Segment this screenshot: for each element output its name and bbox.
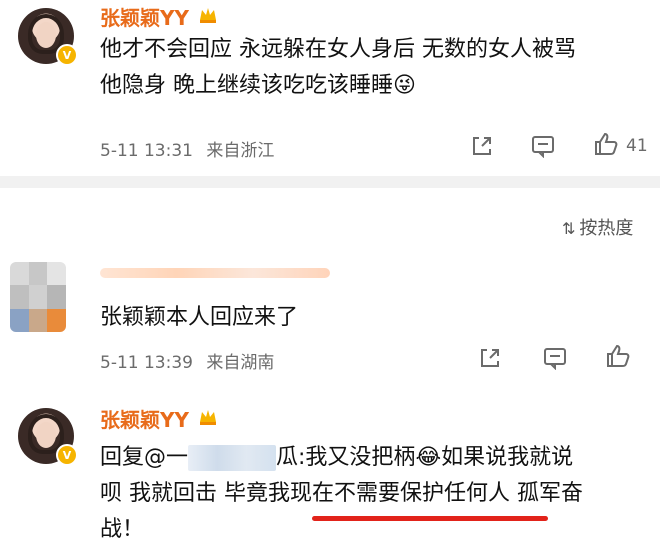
reply-text-line: 回复@一 瓜:我又没把柄😂如果说我就说: [100, 440, 573, 476]
like-count: 41: [626, 136, 648, 156]
reply-text: 如果说我就说: [441, 445, 574, 470]
comment-icon[interactable]: [530, 134, 556, 158]
red-underline-mark: [312, 516, 548, 521]
meta-row: 5-11 13:39 来自湖南: [100, 348, 274, 373]
reply-text-line: 战！: [100, 517, 145, 542]
crown-icon: [200, 410, 216, 425]
verified-badge-icon: V: [56, 444, 78, 466]
verified-badge-icon: V: [56, 44, 78, 66]
username[interactable]: 张颖颖YY: [100, 2, 189, 31]
comment-text-line: 他隐身 晚上继续该吃吃该睡睡😜: [100, 68, 416, 104]
meta-row: 5-11 13:31 来自浙江: [100, 136, 274, 161]
sort-button[interactable]: ⇅ 按热度: [562, 214, 633, 240]
emoji-icon: 😜: [393, 73, 416, 98]
avatar[interactable]: [10, 262, 66, 332]
timestamp: 5-11 13:31: [100, 141, 193, 161]
comment-text: 他隐身 晚上继续该吃吃该睡睡: [100, 73, 393, 98]
emoji-icon: 😂: [415, 445, 442, 470]
mention-blurred: [188, 445, 277, 471]
section-divider: [0, 176, 660, 188]
crown-icon: [200, 8, 216, 23]
comment-icon[interactable]: [542, 346, 568, 370]
location: 来自浙江: [206, 141, 275, 161]
sort-icon: ⇅: [562, 219, 576, 238]
reply-text: 瓜:我又没把柄: [276, 445, 416, 470]
comment-text: 张颖颖本人回应来了: [100, 305, 299, 330]
sort-label: 按热度: [579, 218, 634, 239]
location: 来自湖南: [206, 353, 275, 373]
reply-prefix: 回复@一: [100, 445, 189, 470]
like-icon[interactable]: [604, 342, 632, 370]
comment-text-line: 他才不会回应 永远躲在女人身后 无数的女人被骂: [100, 37, 576, 62]
username[interactable]: 张颖颖YY: [100, 404, 189, 433]
like-icon[interactable]: [592, 130, 620, 158]
username-blurred: [100, 268, 330, 278]
share-icon[interactable]: [470, 134, 494, 158]
timestamp: 5-11 13:39: [100, 353, 193, 373]
reply-text-line: 呗 我就回击 毕竟我现在不需要保护任何人 孤军奋: [100, 481, 583, 506]
share-icon[interactable]: [478, 346, 502, 370]
